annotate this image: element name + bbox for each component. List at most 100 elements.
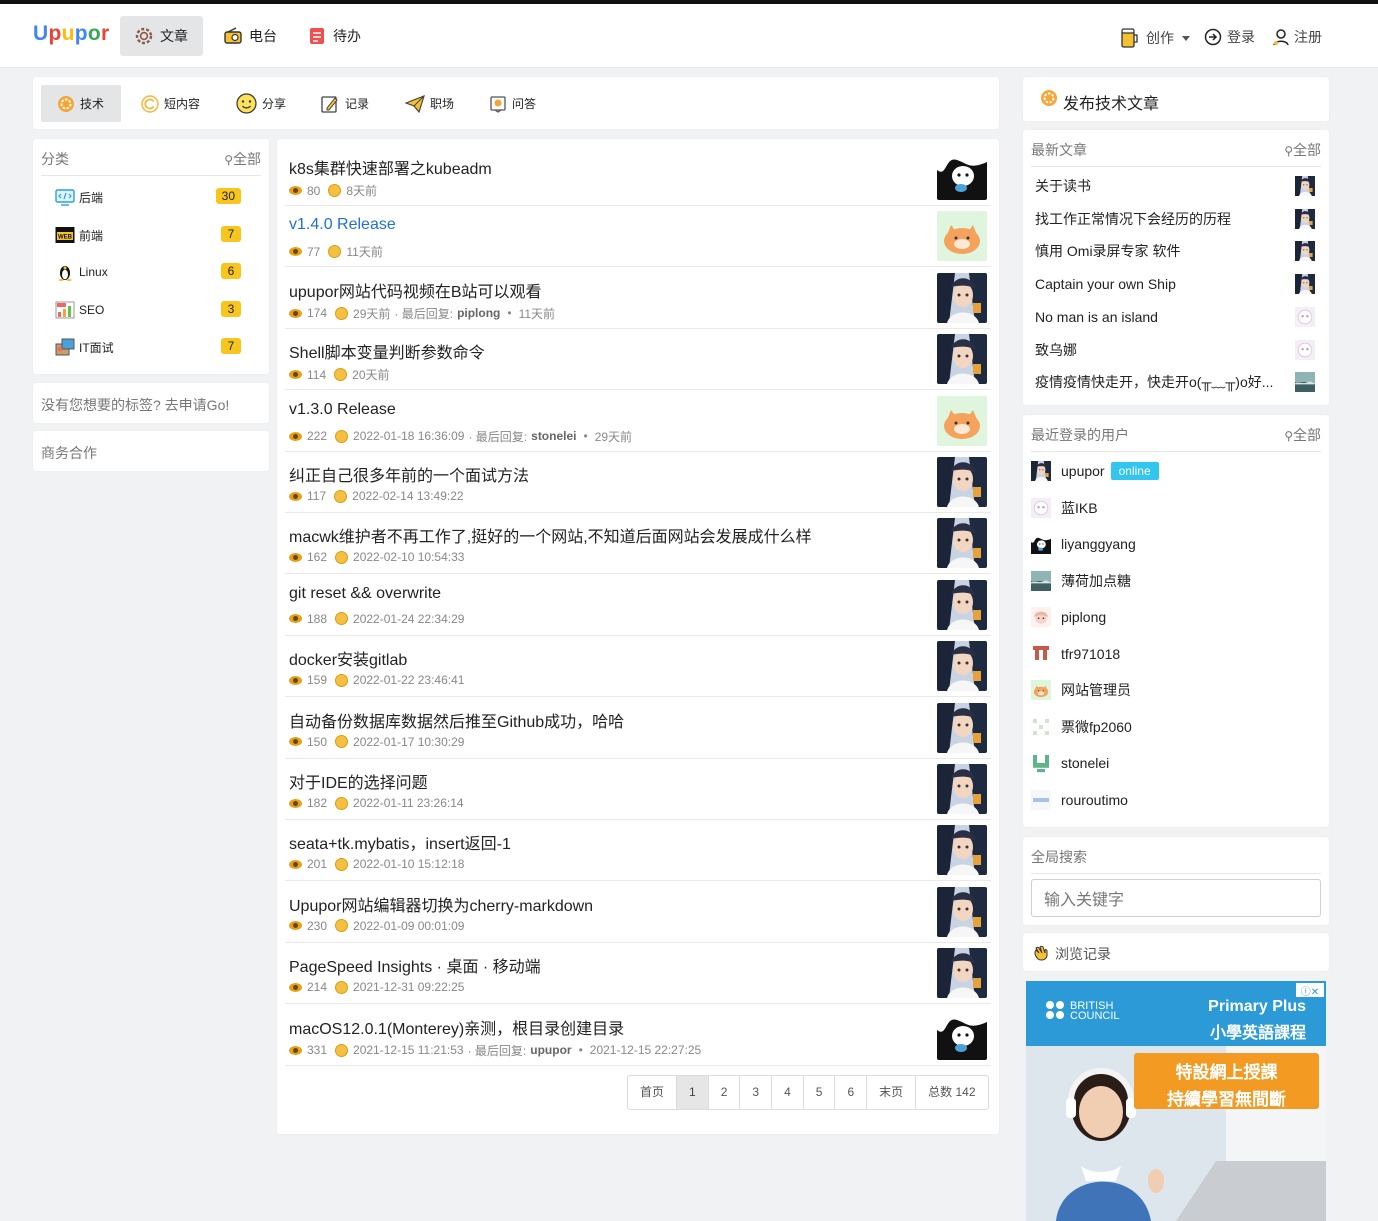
- login-link[interactable]: 登录: [1204, 27, 1255, 47]
- page-button[interactable]: 总数 142: [916, 1076, 987, 1109]
- article-row[interactable]: Upupor网站编辑器切换为cherry-markdown 230 2022-01-…: [285, 882, 991, 943]
- article-title[interactable]: macwk维护者不再工作了,挺好的一个网站,不知道后面网站会发展成什么样: [289, 523, 812, 547]
- article-title[interactable]: k8s集群快速部署之kubeadm: [289, 155, 492, 179]
- user-item[interactable]: 票微fp2060: [1031, 716, 1132, 738]
- article-row[interactable]: git reset && overwrite 188 2022-01-24 22:3…: [285, 575, 991, 636]
- search-input[interactable]: 输入关键字: [1031, 879, 1321, 917]
- category-item-linux[interactable]: Linux 6: [55, 261, 241, 283]
- latest-article-item[interactable]: 关于读书: [1035, 173, 1315, 199]
- article-title[interactable]: docker安装gitlab: [289, 646, 407, 670]
- apply-tag-link[interactable]: 没有您想要的标签? 去申请Go!: [33, 383, 269, 423]
- user-item[interactable]: liyanggyang: [1031, 533, 1136, 555]
- article-title[interactable]: 对于IDE的选择问题: [289, 769, 428, 793]
- article-row[interactable]: v1.3.0 Release 222 2022-01-18 16:36:09 · 最后…: [285, 391, 991, 452]
- article-thumbnail[interactable]: [937, 395, 987, 446]
- article-thumbnail[interactable]: [937, 211, 987, 262]
- nav-todo[interactable]: 待办: [293, 16, 375, 56]
- article-row[interactable]: Shell脚本变量判断参数命令 114 20天前: [285, 329, 991, 391]
- tab-tech[interactable]: 技术: [41, 85, 121, 122]
- user-item[interactable]: upupor online: [1031, 460, 1159, 482]
- user-item[interactable]: piplong: [1031, 606, 1106, 628]
- category-item-backend[interactable]: 后端 30: [55, 186, 241, 208]
- reply-user[interactable]: stonelei: [531, 429, 576, 443]
- article-row[interactable]: k8s集群快速部署之kubeadm 80 8天前: [285, 145, 991, 206]
- ad-choices-icon[interactable]: ⓘ✕: [1296, 983, 1324, 998]
- user-item[interactable]: tfr971018: [1031, 643, 1120, 665]
- nav-radio[interactable]: 电台: [209, 16, 291, 56]
- article-thumbnail[interactable]: [937, 948, 987, 999]
- tab-career[interactable]: 职场: [389, 85, 470, 122]
- latest-all-link[interactable]: ⚲全部: [1284, 140, 1321, 160]
- latest-article-item[interactable]: No man is an island: [1035, 304, 1315, 330]
- latest-article-item[interactable]: 找工作正常情况下会经历的历程: [1035, 206, 1315, 232]
- page-button[interactable]: 5: [804, 1076, 836, 1109]
- user-item[interactable]: 网站管理员: [1031, 679, 1131, 701]
- article-thumbnail[interactable]: [937, 641, 987, 692]
- article-row[interactable]: 自动备份数据库数据然后推至Github成功，哈哈 150 2022-01-17 10…: [285, 698, 991, 759]
- user-item[interactable]: 蓝IKB: [1031, 497, 1098, 519]
- article-row[interactable]: 纠正自己很多年前的一个面试方法 117 2022-02-14 13:49:22: [285, 452, 991, 513]
- user-item[interactable]: rouroutimo: [1031, 789, 1128, 811]
- page-button[interactable]: 6: [835, 1076, 868, 1109]
- article-thumbnail[interactable]: [937, 825, 987, 876]
- article-title[interactable]: Upupor网站编辑器切换为cherry-markdown: [289, 892, 593, 916]
- users-all-link[interactable]: ⚲全部: [1284, 425, 1321, 445]
- article-thumbnail[interactable]: [937, 764, 987, 814]
- latest-article-item[interactable]: 慎用 Omi录屏专家 软件: [1035, 238, 1315, 264]
- article-title[interactable]: v1.4.0 Release: [289, 216, 396, 234]
- category-all-link[interactable]: ⚲全部: [224, 149, 261, 169]
- latest-article-item[interactable]: Captain your own Ship: [1035, 271, 1315, 297]
- article-title[interactable]: 纠正自己很多年前的一个面试方法: [289, 462, 529, 486]
- article-thumbnail[interactable]: [937, 702, 987, 753]
- article-row[interactable]: upupor网站代码视频在B站可以观看 174 29天前 · 最后回复: piplong…: [285, 268, 991, 329]
- publish-article-button[interactable]: 发布技术文章: [1023, 77, 1329, 121]
- reply-user[interactable]: piplong: [457, 306, 500, 320]
- nav-articles[interactable]: 文章: [120, 16, 203, 56]
- article-thumbnail[interactable]: [937, 457, 987, 507]
- article-thumbnail[interactable]: [937, 579, 987, 630]
- article-row[interactable]: macOS12.0.1(Monterey)亲测，根目录创建目录 331 2021-1…: [285, 1005, 991, 1066]
- latest-article-item[interactable]: 疫情疫情快走开，快走开o(╥﹏╥)o好...: [1035, 369, 1315, 395]
- logo[interactable]: Upupor: [33, 22, 110, 46]
- category-item-interview[interactable]: IT面试 7: [55, 336, 241, 358]
- article-thumbnail[interactable]: [937, 150, 987, 200]
- article-row[interactable]: seata+tk.mybatis，insert返回-1 201 2022-01-10…: [285, 820, 991, 882]
- user-item[interactable]: 薄荷加点糖: [1031, 570, 1131, 592]
- article-row[interactable]: 对于IDE的选择问题 182 2022-01-11 23:26:14: [285, 759, 991, 820]
- business-cooperation-link[interactable]: 商务合作: [33, 431, 269, 471]
- article-thumbnail[interactable]: [937, 272, 987, 323]
- article-row[interactable]: PageSpeed Insights · 桌面 · 移动端 214 2021-12-…: [285, 943, 991, 1005]
- latest-article-item[interactable]: 致乌娜: [1035, 337, 1315, 363]
- create-menu[interactable]: 创作: [1120, 27, 1190, 49]
- page-button[interactable]: 1: [677, 1076, 709, 1109]
- article-row[interactable]: docker安装gitlab 159 2022-01-22 23:46:41: [285, 636, 991, 698]
- tab-qa[interactable]: 问答: [473, 85, 552, 122]
- article-thumbnail[interactable]: [937, 334, 987, 385]
- category-item-seo[interactable]: SEO 3: [55, 299, 241, 321]
- page-button[interactable]: 首页: [628, 1076, 678, 1109]
- article-title[interactable]: git reset && overwrite: [289, 585, 441, 603]
- page-button[interactable]: 2: [709, 1076, 741, 1109]
- article-thumbnail[interactable]: [937, 886, 987, 937]
- reply-user[interactable]: upupor: [530, 1043, 571, 1057]
- register-link[interactable]: 注册: [1272, 27, 1322, 47]
- browse-history-link[interactable]: 浏览记录: [1023, 933, 1329, 971]
- user-item[interactable]: stonelei: [1031, 752, 1109, 774]
- category-item-frontend[interactable]: WEB 前端 7: [55, 224, 241, 246]
- page-button[interactable]: 4: [772, 1076, 804, 1109]
- article-row[interactable]: macwk维护者不再工作了,挺好的一个网站,不知道后面网站会发展成什么样 162 2…: [285, 513, 991, 575]
- page-button[interactable]: 末页: [867, 1076, 917, 1109]
- article-title[interactable]: PageSpeed Insights · 桌面 · 移动端: [289, 953, 541, 977]
- advertisement[interactable]: ⓘ✕ BRITISH COUNCIL Primary Plus 小學英語課程 特…: [1026, 981, 1326, 1221]
- tab-record[interactable]: 记录: [304, 85, 385, 122]
- article-title[interactable]: upupor网站代码视频在B站可以观看: [289, 278, 542, 302]
- article-title[interactable]: seata+tk.mybatis，insert返回-1: [289, 830, 511, 854]
- article-thumbnail[interactable]: [937, 1009, 987, 1060]
- tab-share[interactable]: 分享: [220, 85, 302, 122]
- article-title[interactable]: 自动备份数据库数据然后推至Github成功，哈哈: [289, 708, 624, 732]
- article-title[interactable]: v1.3.0 Release: [289, 401, 396, 419]
- article-title[interactable]: macOS12.0.1(Monterey)亲测，根目录创建目录: [289, 1015, 624, 1039]
- page-button[interactable]: 3: [740, 1076, 773, 1109]
- tab-short[interactable]: 短内容: [125, 85, 216, 122]
- article-thumbnail[interactable]: [937, 518, 987, 569]
